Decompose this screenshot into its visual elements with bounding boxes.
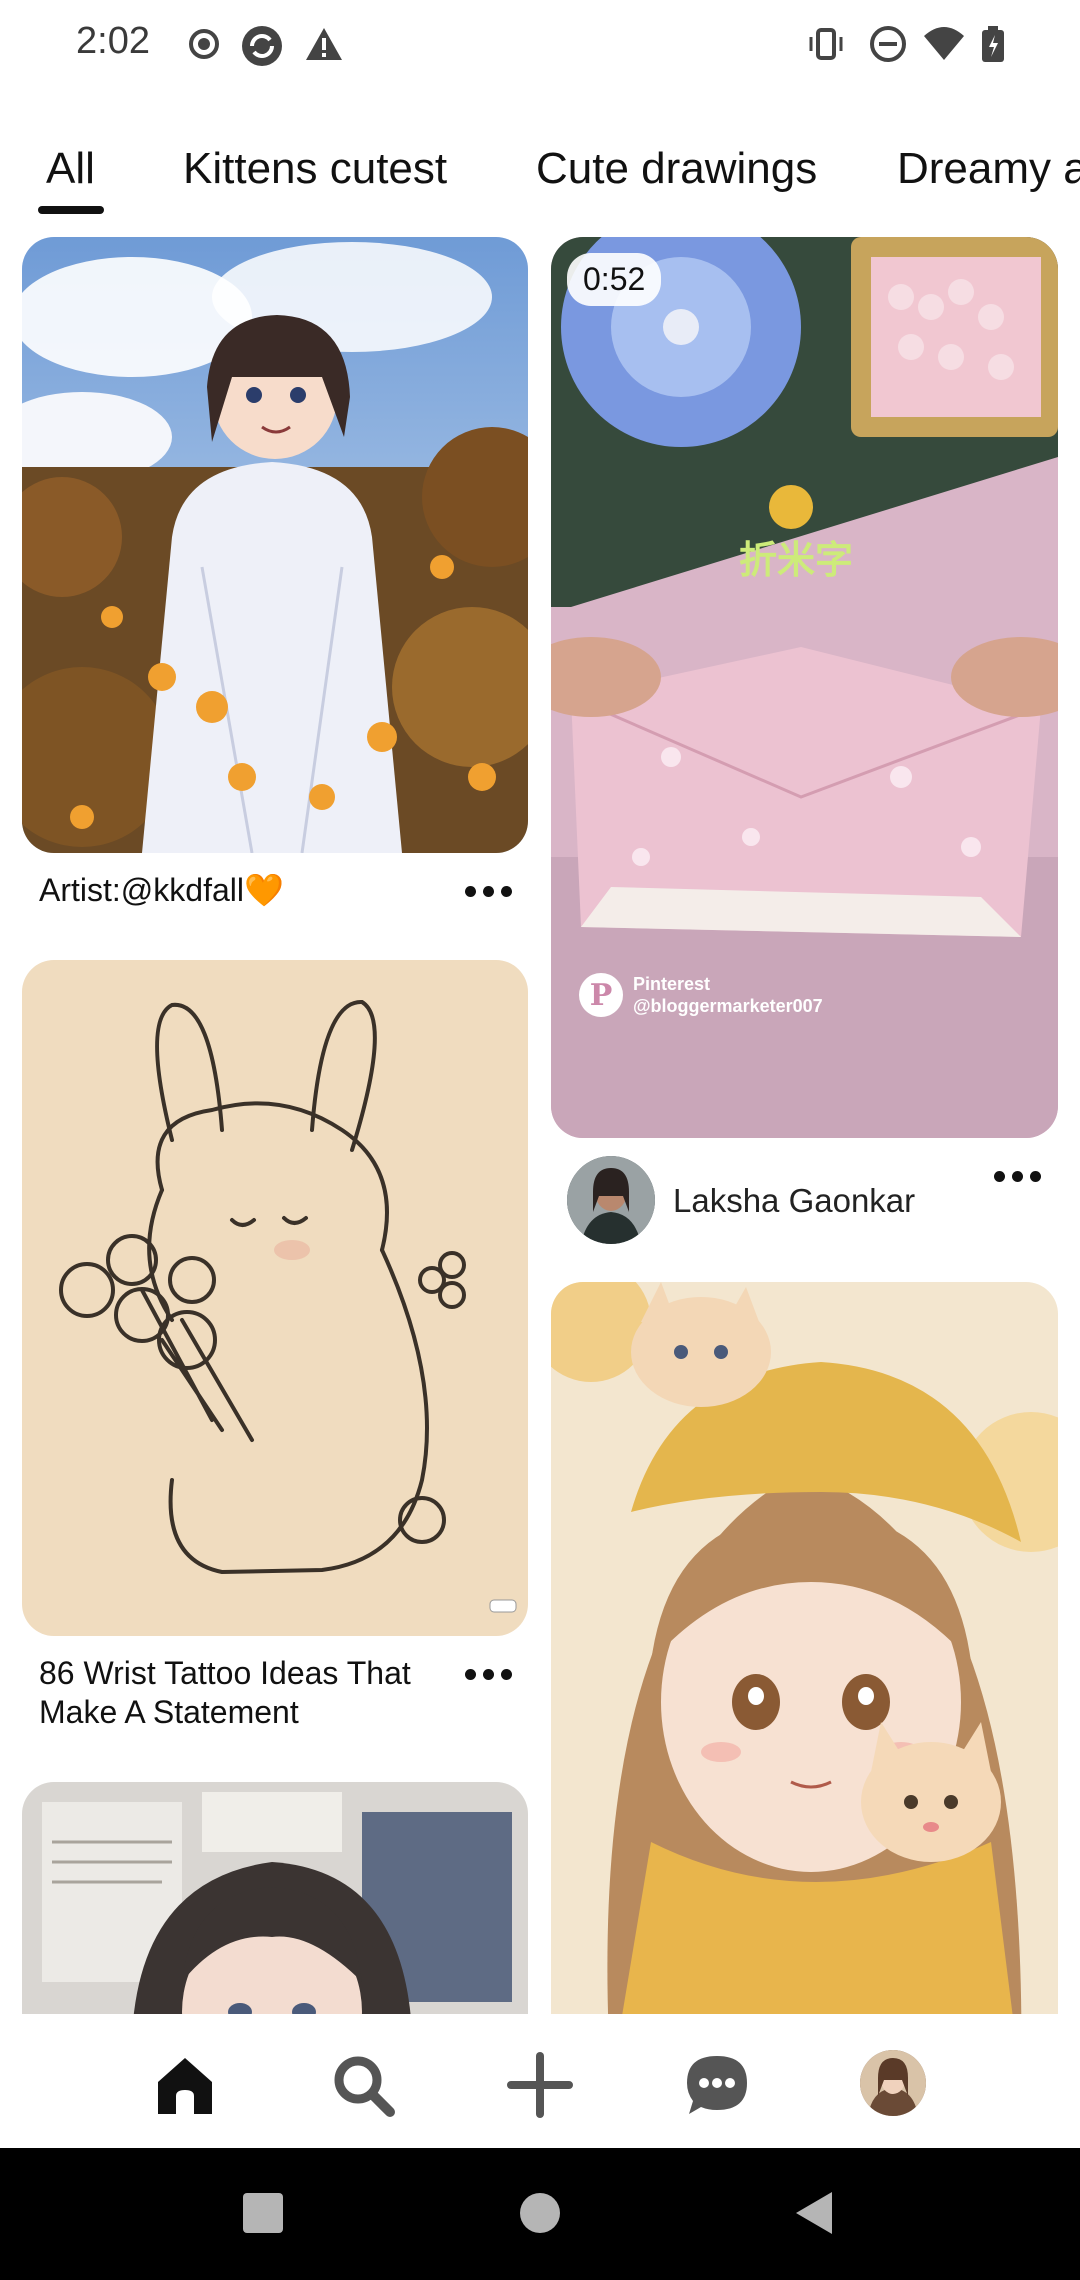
more-options-icon[interactable] <box>465 1666 515 1682</box>
sync-icon <box>240 24 282 66</box>
more-options-icon[interactable] <box>994 1168 1044 1184</box>
active-tab-indicator <box>38 206 104 214</box>
video-overlay-text: 折米字 <box>739 538 854 582</box>
home-button[interactable] <box>519 2192 561 2239</box>
pin-video-origami[interactable]: 0:52 折米字 P Pinterest @bloggermarketer007 <box>551 237 1058 1138</box>
system-navigation-bar <box>0 2148 1080 2280</box>
tab-cute-drawings[interactable]: Cute drawings <box>536 144 817 194</box>
author-avatar[interactable] <box>567 1156 655 1244</box>
wifi-icon <box>922 24 964 64</box>
tab-dreamy[interactable]: Dreamy a <box>897 144 1080 194</box>
bottom-navigation <box>0 2014 1080 2148</box>
create-icon[interactable] <box>505 2050 575 2120</box>
profile-avatar[interactable] <box>860 2050 926 2116</box>
status-time: 2:02 <box>76 20 150 62</box>
pin-image-bunny-sketch[interactable] <box>22 960 528 1636</box>
battery-icon <box>978 24 1018 64</box>
do-not-disturb-icon <box>868 24 908 64</box>
tab-all[interactable]: All <box>46 144 95 194</box>
pin-caption: Artist:@kkdfall🧡 <box>39 872 284 908</box>
record-icon <box>184 24 224 64</box>
more-options-icon[interactable] <box>465 883 515 899</box>
pin-image-anime-girl-flowers[interactable] <box>22 237 528 853</box>
category-tabs: All Kittens cutest Cute drawings Dreamy … <box>0 130 1080 220</box>
warning-icon <box>304 24 344 64</box>
pin-image-anime-girl-kittens[interactable] <box>551 1282 1058 2082</box>
pin-caption-line-1: 86 Wrist Tattoo Ideas That <box>39 1655 411 1691</box>
pinterest-logo-icon: P <box>579 973 623 1017</box>
back-button[interactable] <box>794 2190 834 2241</box>
author-name[interactable]: Laksha Gaonkar <box>673 1182 915 1220</box>
messages-icon[interactable] <box>682 2050 752 2120</box>
video-duration-badge: 0:52 <box>567 253 662 306</box>
pin-caption-line-2: Make A Statement <box>39 1694 299 1730</box>
recents-button[interactable] <box>242 2192 284 2239</box>
home-icon[interactable] <box>150 2050 220 2120</box>
vibrate-icon <box>806 24 846 64</box>
search-icon[interactable] <box>328 2050 398 2120</box>
tab-kittens-cutest[interactable]: Kittens cutest <box>183 144 447 194</box>
status-bar: 2:02 <box>0 0 1080 90</box>
pinterest-watermark: P Pinterest @bloggermarketer007 <box>579 973 823 1017</box>
